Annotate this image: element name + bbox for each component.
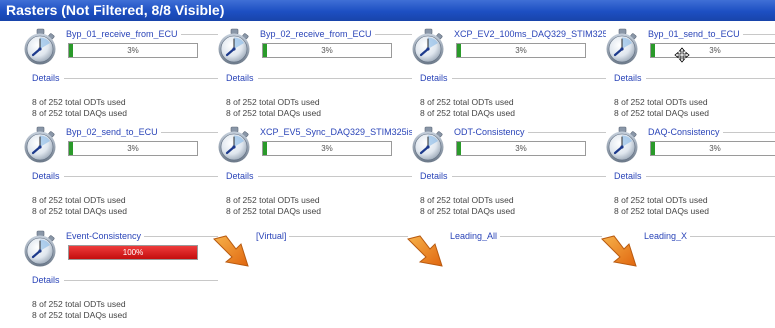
rasters-header: Rasters (Not Filtered, 8/8 Visible) [0, 0, 775, 21]
stopwatch-icon [410, 126, 446, 164]
details-link[interactable]: Details [420, 170, 606, 182]
stopwatch-icon [22, 28, 58, 66]
raster-drop-target[interactable]: Leading_X [600, 230, 775, 270]
daq-usage-text: 8 of 252 total DAQs used [32, 206, 127, 216]
drop-target-name[interactable]: [Virtual] [256, 229, 408, 243]
daq-usage-text: 8 of 252 total DAQs used [614, 108, 709, 118]
odt-usage-text: 8 of 252 total ODTs used [32, 195, 126, 205]
raster-tile[interactable]: DAQ-Consistency 3% Details 8 of 252 tota… [604, 126, 775, 224]
odt-usage-text: 8 of 252 total ODTs used [32, 97, 126, 107]
stopwatch-icon [216, 28, 252, 66]
details-link[interactable]: Details [32, 72, 218, 84]
stopwatch-icon [22, 230, 58, 268]
raster-name[interactable]: Byp_01_send_to_ECU [648, 27, 775, 41]
stopwatch-icon [604, 28, 640, 66]
raster-usage-bar: 3% [262, 141, 392, 156]
drop-arrow-icon [600, 235, 640, 269]
raster-usage-bar: 3% [456, 141, 586, 156]
usage-percent: 3% [709, 144, 721, 153]
raster-drop-target[interactable]: [Virtual] [212, 230, 408, 270]
raster-drop-target[interactable]: Leading_All [406, 230, 602, 270]
odt-usage-text: 8 of 252 total ODTs used [420, 195, 514, 205]
daq-usage-text: 8 of 252 total DAQs used [226, 108, 321, 118]
details-link[interactable]: Details [226, 170, 412, 182]
raster-usage-bar: 3% [68, 43, 198, 58]
stopwatch-icon [22, 126, 58, 164]
usage-percent: 3% [709, 46, 721, 55]
raster-tile[interactable]: XCP_EV5_Sync_DAQ329_STIM325isC 3% Detail… [216, 126, 412, 224]
stopwatch-icon [410, 28, 446, 66]
raster-name[interactable]: Event-Consistency [66, 229, 218, 243]
details-link[interactable]: Details [226, 72, 412, 84]
raster-name[interactable]: DAQ-Consistency [648, 125, 775, 139]
raster-tile[interactable]: Event-Consistency 100% Details 8 of 252 … [22, 230, 218, 328]
drop-target-name[interactable]: Leading_X [644, 229, 775, 243]
raster-name[interactable]: Byp_02_send_to_ECU [66, 125, 218, 139]
raster-name[interactable]: XCP_EV2_100ms_DAQ329_STIM325is [454, 27, 606, 41]
odt-usage-text: 8 of 252 total ODTs used [420, 97, 514, 107]
raster-usage-bar: 3% [650, 141, 775, 156]
usage-percent: 3% [321, 144, 333, 153]
details-link[interactable]: Details [32, 170, 218, 182]
raster-tile[interactable]: XCP_EV2_100ms_DAQ329_STIM325is 3% Detail… [410, 28, 606, 126]
daq-usage-text: 8 of 252 total DAQs used [32, 310, 127, 320]
raster-name[interactable]: XCP_EV5_Sync_DAQ329_STIM325isC [260, 125, 412, 139]
daq-usage-text: 8 of 252 total DAQs used [226, 206, 321, 216]
usage-percent: 3% [127, 46, 139, 55]
details-link[interactable]: Details [32, 274, 218, 286]
usage-percent: 100% [122, 248, 144, 257]
stopwatch-icon [604, 126, 640, 164]
raster-tile[interactable]: Byp_02_receive_from_ECU 3% Details 8 of … [216, 28, 412, 126]
details-link[interactable]: Details [614, 72, 775, 84]
odt-usage-text: 8 of 252 total ODTs used [226, 195, 320, 205]
daq-usage-text: 8 of 252 total DAQs used [420, 108, 515, 118]
drop-target-name[interactable]: Leading_All [450, 229, 602, 243]
odt-usage-text: 8 of 252 total ODTs used [614, 195, 708, 205]
daq-usage-text: 8 of 252 total DAQs used [614, 206, 709, 216]
drop-arrow-icon [212, 235, 252, 269]
usage-percent: 3% [515, 144, 527, 153]
raster-tile[interactable]: Byp_01_receive_from_ECU 3% Details 8 of … [22, 28, 218, 126]
odt-usage-text: 8 of 252 total ODTs used [32, 299, 126, 309]
raster-usage-bar: 100% [68, 245, 198, 260]
odt-usage-text: 8 of 252 total ODTs used [614, 97, 708, 107]
usage-percent: 3% [321, 46, 333, 55]
raster-usage-bar: 3% [262, 43, 392, 58]
odt-usage-text: 8 of 252 total ODTs used [226, 97, 320, 107]
raster-usage-bar: 3% [650, 43, 775, 58]
raster-tile[interactable]: Byp_02_send_to_ECU 3% Details 8 of 252 t… [22, 126, 218, 224]
raster-tile[interactable]: Byp_01_send_to_ECU 3% Details 8 of 252 t… [604, 28, 775, 126]
raster-name[interactable]: Byp_01_receive_from_ECU [66, 27, 218, 41]
raster-name[interactable]: Byp_02_receive_from_ECU [260, 27, 412, 41]
daq-usage-text: 8 of 252 total DAQs used [420, 206, 515, 216]
drop-arrow-icon [406, 235, 446, 269]
daq-usage-text: 8 of 252 total DAQs used [32, 108, 127, 118]
usage-percent: 3% [515, 46, 527, 55]
usage-percent: 3% [127, 144, 139, 153]
raster-usage-bar: 3% [68, 141, 198, 156]
raster-name[interactable]: ODT-Consistency [454, 125, 606, 139]
raster-usage-bar: 3% [456, 43, 586, 58]
details-link[interactable]: Details [420, 72, 606, 84]
raster-tile[interactable]: ODT-Consistency 3% Details 8 of 252 tota… [410, 126, 606, 224]
move-cursor-icon [674, 47, 690, 63]
details-link[interactable]: Details [614, 170, 775, 182]
stopwatch-icon [216, 126, 252, 164]
